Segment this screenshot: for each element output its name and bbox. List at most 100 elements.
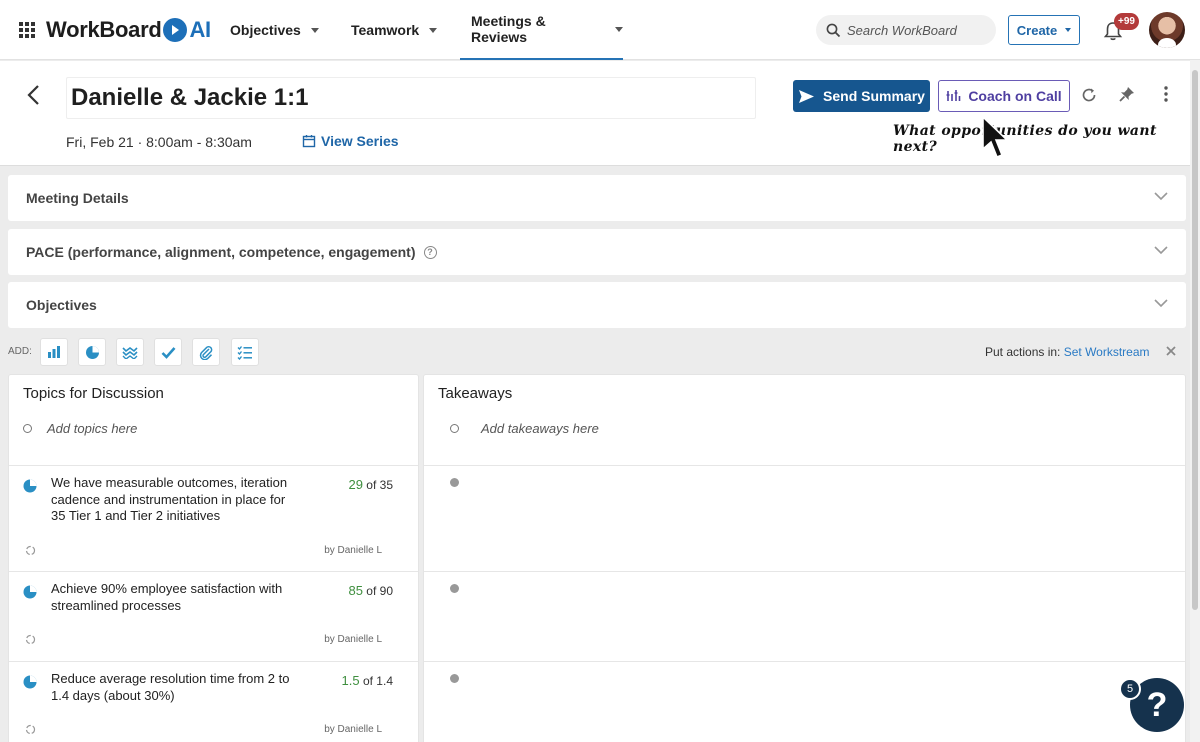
search-icon <box>826 23 841 37</box>
mouse-cursor-icon <box>982 115 1009 159</box>
objective-pie-icon <box>23 585 37 599</box>
divider <box>9 465 418 466</box>
circle-icon <box>450 424 459 433</box>
add-action-button[interactable] <box>154 338 182 366</box>
logo-badge-icon <box>163 18 188 42</box>
logo-text: WorkBoard <box>46 17 162 42</box>
takeaway-bullet[interactable] <box>450 584 459 593</box>
add-topic-placeholder: Add topics here <box>47 421 138 436</box>
objective-pie-icon <box>23 479 37 493</box>
takeaways-column: Takeaways Add takeaways here <box>423 374 1186 742</box>
divider <box>9 571 418 572</box>
back-arrow-icon[interactable] <box>24 83 44 107</box>
topic-author: by Danielle L <box>324 634 382 645</box>
chevron-down-icon <box>310 27 319 33</box>
takeaway-bullet[interactable] <box>450 478 459 487</box>
send-icon <box>799 89 815 103</box>
add-objective-button[interactable] <box>78 338 106 366</box>
meeting-title-field[interactable]: Danielle & Jackie 1:1 <box>66 77 756 119</box>
topic-target-value: of 1.4 <box>362 674 393 688</box>
put-actions-in: Put actions in: Set Workstream <box>985 345 1150 359</box>
chevron-down-icon <box>1065 28 1072 32</box>
panel-objectives-label: Objectives <box>26 297 97 313</box>
chevron-down-icon <box>1154 246 1168 255</box>
help-count-badge: 5 <box>1119 678 1141 700</box>
notification-badge: +99 <box>1114 13 1139 30</box>
pie-chart-icon <box>85 345 99 359</box>
page-scrollbar[interactable] <box>1190 60 1200 742</box>
view-series-link[interactable]: View Series <box>302 133 399 149</box>
add-metric-button[interactable] <box>40 338 68 366</box>
add-attachment-button[interactable] <box>192 338 220 366</box>
divider <box>424 465 1185 466</box>
add-takeaway-input[interactable]: Add takeaways here <box>450 421 599 436</box>
topic-target-value: of 35 <box>366 478 393 492</box>
topic-text[interactable]: Achieve 90% employee satisfaction with s… <box>51 581 301 614</box>
search-box[interactable] <box>816 15 996 45</box>
calendar-icon <box>302 135 316 148</box>
divider <box>424 571 1185 572</box>
chevron-down-icon <box>429 27 438 33</box>
nav-teamwork[interactable]: Teamwork <box>351 0 438 60</box>
topic-text[interactable]: Reduce average resolution time from 2 to… <box>51 671 301 704</box>
topics-title: Topics for Discussion <box>23 385 164 402</box>
equalizer-icon <box>946 90 961 101</box>
topic-current-value: 1.5 <box>341 673 360 688</box>
create-button[interactable]: Create <box>1008 15 1080 45</box>
add-topic-input[interactable]: Add topics here <box>23 421 137 436</box>
takeaway-bullet[interactable] <box>450 674 459 683</box>
divider <box>424 661 1185 662</box>
sync-icon[interactable] <box>25 545 36 556</box>
topic-progress: 29 of 35 <box>348 477 393 492</box>
coach-on-call-button[interactable]: Coach on Call <box>938 80 1070 112</box>
nav-objectives-label: Objectives <box>230 22 301 38</box>
takeaways-title: Takeaways <box>438 385 513 402</box>
add-checklist-button[interactable] <box>231 338 259 366</box>
coach-on-call-label: Coach on Call <box>968 88 1062 104</box>
app-grid-icon[interactable] <box>19 22 35 38</box>
checklist-icon <box>237 345 252 360</box>
add-workstream-button[interactable] <box>116 338 144 366</box>
create-label: Create <box>1016 22 1058 38</box>
send-summary-button[interactable]: Send Summary <box>793 80 930 112</box>
topic-progress: 1.5 of 1.4 <box>342 673 393 688</box>
meeting-header: Danielle & Jackie 1:1 Fri, Feb 21 · 8:00… <box>0 61 1200 166</box>
panel-objectives[interactable]: Objectives <box>8 282 1186 328</box>
panel-pace-label: PACE (performance, alignment, competence… <box>26 244 416 260</box>
nav-meetings-reviews[interactable]: Meetings & Reviews <box>460 0 623 60</box>
set-workstream-link[interactable]: Set Workstream <box>1064 345 1150 359</box>
nav-meetings-label: Meetings & Reviews <box>471 13 546 45</box>
put-actions-label: Put actions in: <box>985 345 1061 359</box>
chevron-down-icon <box>1154 192 1168 201</box>
panel-meeting-details[interactable]: Meeting Details <box>8 175 1186 221</box>
help-circle-icon[interactable]: ? <box>423 245 437 259</box>
pin-icon[interactable] <box>1118 85 1136 103</box>
topic-author: by Danielle L <box>324 724 382 735</box>
search-input[interactable] <box>847 22 987 38</box>
panel-meeting-details-label: Meeting Details <box>26 190 129 206</box>
objective-pie-icon <box>23 675 37 689</box>
more-options-icon[interactable] <box>1158 85 1174 103</box>
bar-chart-icon <box>48 346 60 358</box>
refresh-icon[interactable] <box>1080 86 1098 104</box>
workboard-logo[interactable]: WorkBoard AI <box>46 16 211 44</box>
scrollbar-thumb[interactable] <box>1192 70 1198 610</box>
topic-current-value: 29 <box>348 477 363 492</box>
panel-pace[interactable]: PACE (performance, alignment, competence… <box>8 229 1186 275</box>
logo-suffix: AI <box>189 17 211 42</box>
meeting-datetime: Fri, Feb 21 · 8:00am - 8:30am <box>66 134 252 150</box>
sync-icon[interactable] <box>25 724 36 735</box>
nav-objectives[interactable]: Objectives <box>230 0 319 60</box>
circle-icon <box>23 424 32 433</box>
chevron-down-icon <box>1154 299 1168 308</box>
add-takeaway-placeholder: Add takeaways here <box>481 421 599 436</box>
topic-author: by Danielle L <box>324 545 382 556</box>
send-summary-label: Send Summary <box>823 88 925 104</box>
check-icon <box>161 346 175 359</box>
avatar[interactable] <box>1149 12 1185 48</box>
close-icon[interactable] <box>1164 344 1178 358</box>
chevron-down-icon <box>615 26 623 32</box>
divider <box>9 661 418 662</box>
sync-icon[interactable] <box>25 634 36 645</box>
topic-text[interactable]: We have measurable outcomes, iteration c… <box>51 475 301 525</box>
